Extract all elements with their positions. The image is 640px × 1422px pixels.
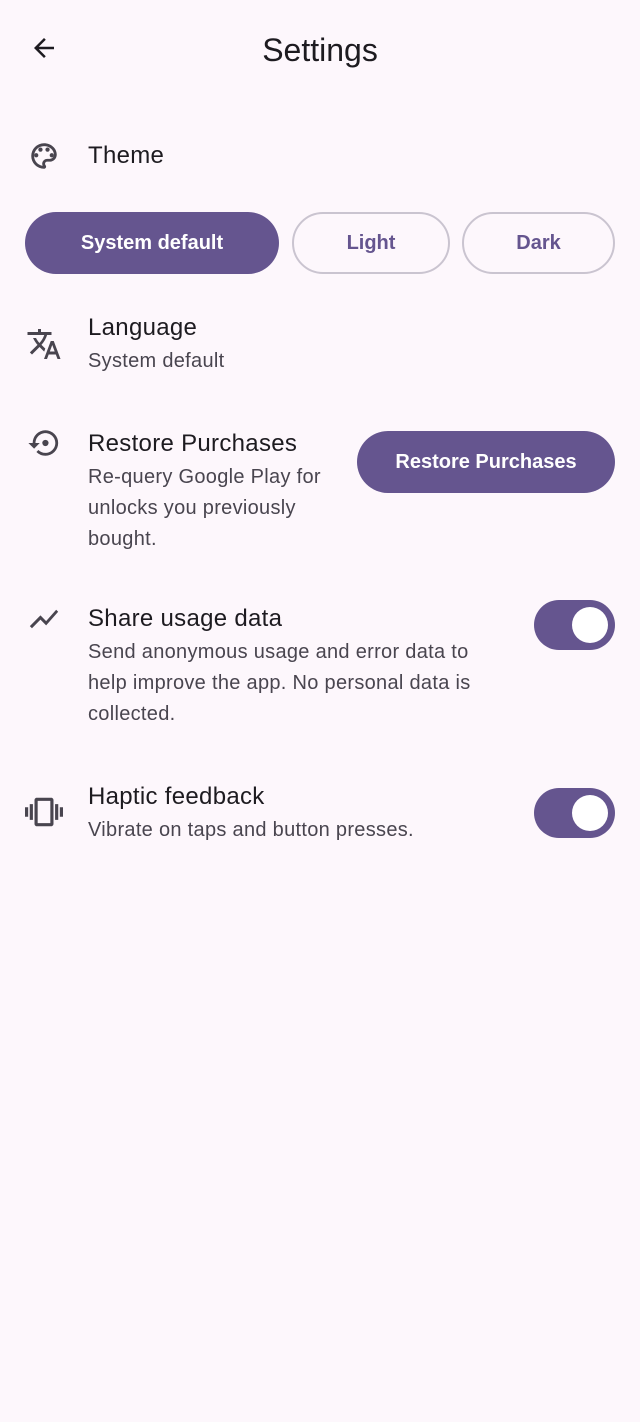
restore-purchases-button[interactable]: Restore Purchases [357,431,615,493]
toggle-thumb [572,607,608,643]
translate-icon [24,324,64,364]
theme-option-light[interactable]: Light [292,212,450,274]
usage-description-line: collected. [88,703,176,725]
restore-title: Restore Purchases [88,430,298,457]
restore-description-line: unlocks you previously [88,497,296,519]
haptic-toggle[interactable] [534,788,615,838]
restore-purchases-button-label: Restore Purchases [395,450,577,473]
haptic-title: Haptic feedback [88,783,265,810]
language-title: Language [88,314,198,341]
restore-description-line: bought. [88,528,157,550]
toggle-thumb [572,795,608,831]
page-title: Settings [262,32,378,68]
top-app-bar: Settings [0,0,640,100]
usage-description-line: Send anonymous usage and error data to [88,641,469,663]
restore-description-line: Re-query Google Play for [88,466,321,488]
theme-option-dark[interactable]: Dark [462,212,615,274]
theme-option-label: System default [80,231,224,254]
theme-option-label: Dark [516,231,561,254]
usage-toggle[interactable] [534,600,615,650]
theme-option-system-default[interactable]: System default [25,212,279,274]
theme-option-label: Light [346,231,396,254]
vibration-icon [24,792,64,832]
restore-icon [24,423,64,463]
language-row[interactable]: Language System default [0,300,640,390]
theme-title: Theme [88,142,165,169]
usage-title: Share usage data [88,605,283,632]
palette-icon [24,136,64,176]
trending-up-icon [24,599,64,639]
haptic-description: Vibrate on taps and button presses. [88,819,414,841]
language-value: System default [88,350,225,372]
usage-description-line: help improve the app. No personal data i… [88,672,471,694]
